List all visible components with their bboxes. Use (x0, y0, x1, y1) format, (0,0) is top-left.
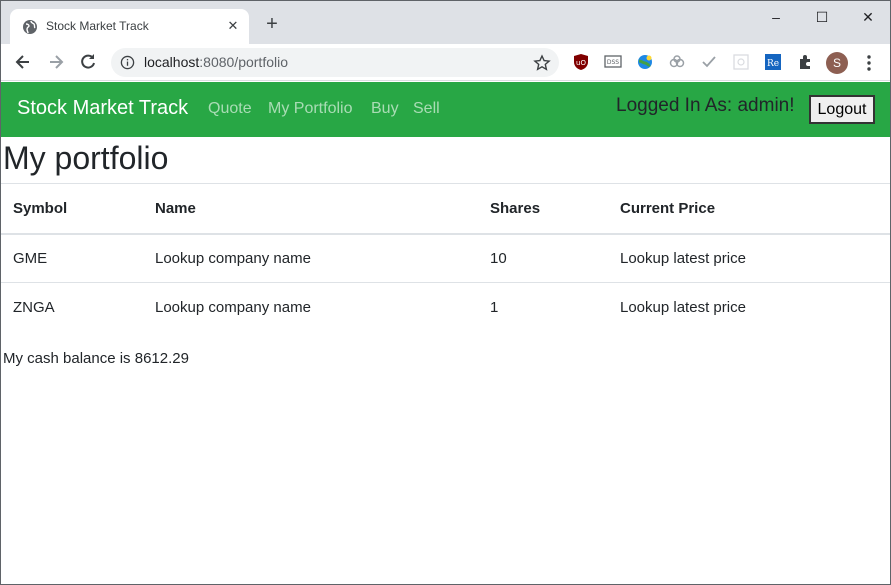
navbar-brand[interactable]: Stock Market Track (17, 97, 188, 120)
url-path: :8080/portfolio (199, 54, 288, 70)
reload-icon[interactable] (78, 52, 98, 72)
svg-text:Re: Re (767, 59, 779, 69)
url-text[interactable]: localhost:8080/portfolio (144, 54, 288, 70)
close-icon[interactable]: ✕ (225, 18, 241, 34)
maximize-button[interactable]: ☐ (811, 7, 833, 27)
cell-name: Lookup company name (143, 282, 478, 332)
avatar[interactable]: S (826, 52, 848, 74)
browser-toolbar: localhost:8080/portfolio uO DSS Re S (1, 44, 890, 81)
url-host: localhost (144, 54, 200, 70)
checkmark-icon[interactable] (700, 53, 718, 71)
cell-current-price: Lookup latest price (608, 282, 890, 332)
logged-in-label: Logged In As: admin! (616, 95, 795, 116)
plus-icon[interactable]: + (263, 14, 281, 34)
cell-current-price: Lookup latest price (620, 249, 746, 267)
window-close-button[interactable]: ✕ (857, 7, 879, 27)
browser-tab[interactable]: Stock Market Track ✕ (10, 9, 249, 44)
info-icon[interactable] (120, 55, 135, 70)
link-icon[interactable] (668, 53, 686, 71)
column-header-name: Name (143, 183, 478, 235)
table-row: GME Lookup company name 10 Lookup latest… (1, 234, 890, 283)
nav-link-buy[interactable]: Buy (371, 100, 399, 118)
puzzle-icon[interactable] (796, 53, 814, 71)
navbar: Stock Market Track Quote My Portfolio Bu… (1, 82, 890, 137)
cell-shares: 1 (478, 282, 608, 332)
page-title: My portfolio (3, 140, 169, 176)
cell-shares: 10 (490, 249, 507, 267)
nav-link-quote[interactable]: Quote (208, 100, 252, 118)
cell-symbol: GME (13, 249, 48, 267)
forward-icon[interactable] (46, 52, 66, 72)
tab-strip: Stock Market Track ✕ + – ☐ ✕ (1, 1, 890, 44)
table-header-row: Symbol Name Shares Current Price (1, 183, 890, 235)
cash-balance-text: My cash balance is 8612.29 (3, 350, 189, 367)
nav-link-my-portfolio[interactable]: My Portfolio (268, 100, 352, 118)
star-icon[interactable] (533, 54, 551, 72)
minimize-button[interactable]: – (765, 7, 787, 27)
back-icon[interactable] (13, 52, 33, 72)
column-header-shares: Shares (478, 183, 608, 235)
svg-text:uO: uO (576, 59, 586, 67)
readcube-icon[interactable]: Re (764, 53, 782, 71)
cell-symbol: ZNGA (1, 282, 143, 332)
blank-extension-icon[interactable] (732, 53, 750, 71)
portfolio-table: Symbol Name Shares Current Price GME Loo… (1, 183, 890, 332)
tab-title: Stock Market Track (46, 19, 149, 33)
globe-extension-icon[interactable] (636, 53, 654, 71)
nav-link-sell[interactable]: Sell (413, 100, 440, 118)
logout-button[interactable]: Logout (809, 95, 875, 124)
svg-text:DSS: DSS (607, 59, 619, 66)
column-header-current-price: Current Price (608, 183, 890, 235)
dss-icon[interactable]: DSS (604, 53, 622, 71)
table-row: ZNGA Lookup company name 1 Lookup latest… (1, 282, 890, 332)
cell-name: Lookup company name (155, 249, 311, 267)
browser-window: Stock Market Track ✕ + – ☐ ✕ localhost:8… (0, 0, 891, 585)
ublock-icon[interactable]: uO (572, 53, 590, 71)
column-header-symbol: Symbol (1, 183, 143, 235)
kebab-menu-icon[interactable] (861, 53, 877, 73)
globe-icon (23, 20, 37, 34)
page-content: Stock Market Track Quote My Portfolio Bu… (1, 82, 890, 584)
address-bar[interactable]: localhost:8080/portfolio (111, 48, 559, 77)
